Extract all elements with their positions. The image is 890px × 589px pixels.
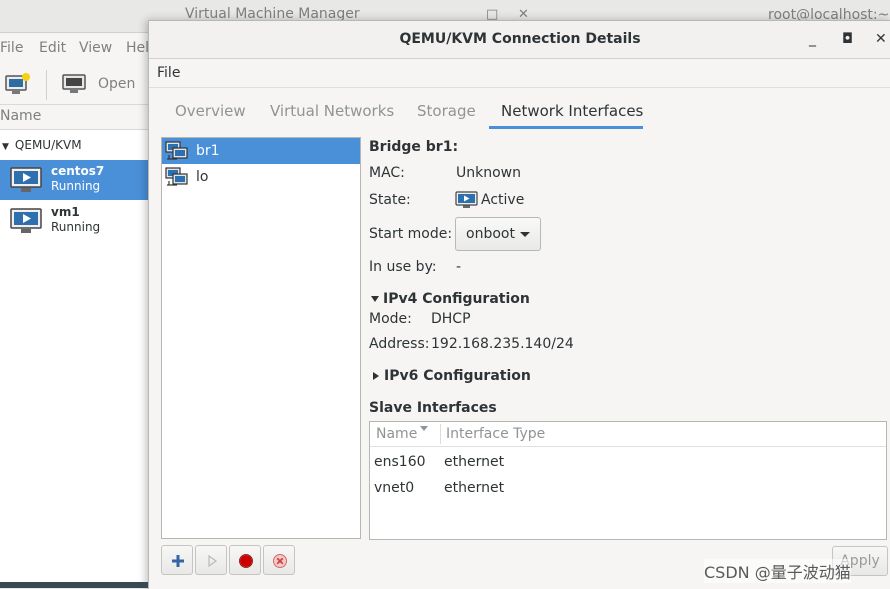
start-interface-button[interactable] <box>195 545 227 575</box>
slave-interfaces-table: Name Interface Type ens160 ethernet vnet… <box>369 421 887 540</box>
ipv4-expander[interactable]: IPv4 Configuration <box>371 291 530 307</box>
menu-file[interactable]: File <box>157 65 180 81</box>
connection-details-dialog: QEMU/KVM Connection Details _ ◘ ✕ File O… <box>148 20 890 589</box>
expander-down-icon[interactable]: ▼ <box>2 142 9 152</box>
vm-list-header: Name <box>0 105 148 130</box>
tab-storage[interactable]: Storage <box>417 102 476 120</box>
expander-right-icon <box>373 372 379 380</box>
chevron-down-icon <box>520 232 530 237</box>
ipv6-heading: IPv6 Configuration <box>384 368 531 384</box>
interface-row-br1[interactable]: br1 <box>162 138 360 164</box>
tab-overview[interactable]: Overview <box>175 102 246 120</box>
slave-type: ethernet <box>444 480 505 496</box>
vm-name: centos7 <box>51 164 105 178</box>
interface-name: br1 <box>196 143 220 159</box>
record-icon <box>239 554 253 568</box>
slave-column-name[interactable]: Name <box>376 426 417 442</box>
start-mode-value: onboot <box>466 226 515 242</box>
tab-bar: Overview Virtual Networks Storage Networ… <box>155 93 890 130</box>
vm-status: Running <box>51 179 101 193</box>
state-active-icon <box>455 191 478 213</box>
slave-column-type[interactable]: Interface Type <box>446 426 545 442</box>
maximize-icon[interactable]: ◘ <box>842 31 853 47</box>
new-vm-icon[interactable] <box>5 72 31 100</box>
desktop-strip <box>0 582 148 588</box>
stop-interface-button[interactable] <box>229 545 261 575</box>
start-mode-dropdown[interactable]: onboot <box>455 217 541 251</box>
interface-name: lo <box>196 169 209 185</box>
expander-down-icon <box>371 296 379 302</box>
dialog-title: QEMU/KVM Connection Details <box>399 31 641 47</box>
in-use-value: - <box>456 259 462 275</box>
plus-icon <box>172 555 184 567</box>
bridge-heading: Bridge br1: <box>369 139 459 155</box>
vm-monitor-icon <box>10 208 42 238</box>
menu-help[interactable]: Hel <box>126 40 149 56</box>
ipv6-expander[interactable]: IPv6 Configuration <box>373 368 531 384</box>
menu-edit[interactable]: Edit <box>39 40 66 56</box>
slave-name: vnet0 <box>374 480 415 496</box>
delete-icon <box>273 554 287 568</box>
table-row[interactable]: vnet0 ethernet <box>370 475 886 501</box>
tab-network-interfaces[interactable]: Network Interfaces <box>501 102 643 120</box>
monitor-icon[interactable] <box>62 74 86 98</box>
ipv4-address-value: 192.168.235.140/24 <box>431 336 574 352</box>
vm-row-vm1[interactable]: vm1 Running <box>0 201 148 241</box>
ipv4-address-label: Address: <box>369 336 430 352</box>
start-mode-label: Start mode: <box>369 226 453 242</box>
connection-row[interactable]: ▼ QEMU/KVM <box>0 138 82 152</box>
close-icon[interactable]: ✕ <box>875 31 887 47</box>
mac-value: Unknown <box>456 165 521 181</box>
interface-row-lo[interactable]: lo <box>162 164 360 190</box>
vm-row-centos7[interactable]: centos7 Running <box>0 160 148 200</box>
play-icon <box>208 554 218 568</box>
tab-virtual-networks[interactable]: Virtual Networks <box>270 102 394 120</box>
menu-file[interactable]: File <box>0 40 23 56</box>
slave-name: ens160 <box>374 454 426 470</box>
minimize-icon[interactable]: _ <box>809 31 816 47</box>
sort-down-icon <box>420 426 428 431</box>
vm-status: Running <box>51 220 101 234</box>
network-interface-icon <box>165 167 189 191</box>
delete-interface-button[interactable] <box>263 545 295 575</box>
ipv4-heading: IPv4 Configuration <box>383 291 530 307</box>
vm-monitor-icon <box>10 167 42 197</box>
dialog-menubar: File <box>149 59 890 88</box>
table-row[interactable]: ens160 ethernet <box>370 449 886 475</box>
connection-name: QEMU/KVM <box>14 138 82 152</box>
toolbar-separator <box>46 70 47 100</box>
menu-view[interactable]: View <box>79 40 112 56</box>
name-column-header[interactable]: Name <box>0 108 41 124</box>
add-interface-button[interactable] <box>161 545 193 575</box>
interface-list: br1 lo <box>161 137 361 539</box>
dialog-titlebar: QEMU/KVM Connection Details _ ◘ ✕ <box>149 21 890 59</box>
mac-label: MAC: <box>369 165 405 181</box>
slave-type: ethernet <box>444 454 505 470</box>
ipv4-mode-label: Mode: <box>369 311 412 327</box>
network-interfaces-panel: br1 lo Bridge br1: MAC: Unknown State: A… <box>155 129 890 589</box>
column-separator <box>440 424 441 444</box>
state-label: State: <box>369 192 411 208</box>
slave-interfaces-heading: Slave Interfaces <box>369 400 497 416</box>
watermark: CSDN @量子波动猫 <box>704 559 851 583</box>
open-button[interactable]: Open <box>98 76 135 92</box>
slave-table-header: Name Interface Type <box>370 422 886 447</box>
in-use-label: In use by: <box>369 259 437 275</box>
network-interface-icon <box>165 141 189 165</box>
ipv4-mode-value: DHCP <box>431 311 471 327</box>
vm-name: vm1 <box>51 205 80 219</box>
vm-list: ▼ QEMU/KVM centos7 Running vm1 Running <box>0 130 148 588</box>
state-value: Active <box>481 192 525 208</box>
interface-details: Bridge br1: MAC: Unknown State: Active S… <box>369 129 890 589</box>
